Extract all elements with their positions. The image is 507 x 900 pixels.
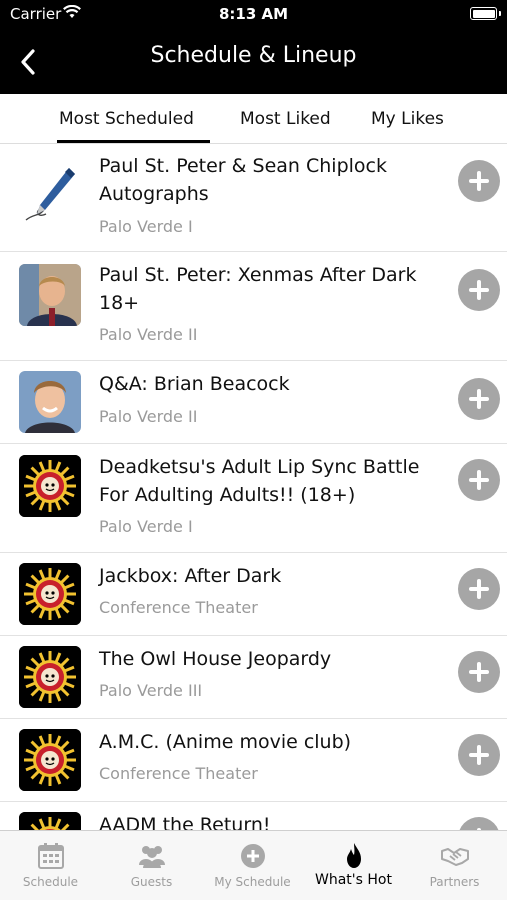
event-venue: Palo Verde III bbox=[99, 681, 203, 700]
battery-icon bbox=[470, 7, 497, 20]
flame-icon bbox=[347, 843, 361, 868]
convention-logo bbox=[19, 563, 81, 625]
clock: 8:13 AM bbox=[218, 5, 289, 23]
tab-label: Schedule bbox=[22, 875, 79, 889]
event-venue: Conference Theater bbox=[99, 598, 258, 617]
list-item[interactable]: AADM the Return! bbox=[0, 802, 507, 830]
add-to-schedule-button[interactable] bbox=[458, 817, 500, 830]
person-photo bbox=[19, 371, 81, 433]
event-title: Paul St. Peter & Sean Chiplock Autograph… bbox=[99, 155, 387, 205]
event-title: AADM the Return! bbox=[99, 814, 271, 830]
convention-logo bbox=[19, 812, 81, 830]
event-title: Q&A: Brian Beacock bbox=[99, 373, 290, 395]
add-to-schedule-button[interactable] bbox=[458, 734, 500, 776]
event-venue: Conference Theater bbox=[99, 764, 258, 783]
list-item[interactable]: Deadketsu's Adult Lip Sync Battle For Ad… bbox=[0, 444, 507, 553]
list-item[interactable]: Q&A: Brian Beacock Palo Verde II bbox=[0, 361, 507, 444]
event-venue: Palo Verde I bbox=[99, 517, 193, 536]
status-bar: Carrier 8:13 AM bbox=[0, 0, 507, 30]
add-to-schedule-button[interactable] bbox=[458, 459, 500, 501]
bottom-tab-bar: Schedule Guests My Schedule What's Hot P… bbox=[0, 830, 507, 900]
tab-label: Guests bbox=[130, 875, 173, 889]
list-item[interactable]: The Owl House Jeopardy Palo Verde III bbox=[0, 636, 507, 719]
handshake-icon bbox=[441, 848, 469, 866]
event-venue: Palo Verde II bbox=[99, 325, 198, 344]
guests-icon bbox=[139, 846, 165, 868]
event-title: Deadketsu's Adult Lip Sync Battle For Ad… bbox=[99, 456, 420, 506]
tab-schedule[interactable]: Schedule bbox=[0, 831, 101, 900]
event-title: The Owl House Jeopardy bbox=[99, 648, 332, 670]
pen-icon bbox=[19, 162, 81, 224]
tab-label: Partners bbox=[429, 875, 480, 889]
plus-circle-icon bbox=[241, 844, 265, 868]
event-title: Jackbox: After Dark bbox=[99, 565, 282, 587]
list-item[interactable]: Paul St. Peter & Sean Chiplock Autograph… bbox=[0, 144, 507, 252]
segment-tabs: Most Scheduled Most Liked My Likes bbox=[0, 94, 507, 144]
add-to-schedule-button[interactable] bbox=[458, 568, 500, 610]
event-venue: Palo Verde I bbox=[99, 217, 193, 236]
tab-partners[interactable]: Partners bbox=[404, 831, 505, 900]
list-item[interactable]: Paul St. Peter: Xenmas After Dark 18+ Pa… bbox=[0, 252, 507, 361]
convention-logo bbox=[19, 729, 81, 791]
add-to-schedule-button[interactable] bbox=[458, 651, 500, 693]
tab-label: My Schedule bbox=[214, 875, 291, 889]
event-list[interactable]: Paul St. Peter & Sean Chiplock Autograph… bbox=[0, 144, 507, 830]
add-to-schedule-button[interactable] bbox=[458, 160, 500, 202]
person-photo bbox=[19, 264, 81, 326]
nav-bar: Schedule & Lineup bbox=[0, 30, 507, 94]
active-tab-indicator bbox=[57, 140, 210, 143]
add-to-schedule-button[interactable] bbox=[458, 378, 500, 420]
tab-my-likes[interactable]: My Likes bbox=[371, 109, 444, 129]
list-item[interactable]: Jackbox: After Dark Conference Theater bbox=[0, 553, 507, 636]
tab-most-scheduled[interactable]: Most Scheduled bbox=[59, 109, 194, 129]
list-item[interactable]: A.M.C. (Anime movie club) Conference The… bbox=[0, 719, 507, 802]
tab-label: What's Hot bbox=[315, 872, 392, 888]
event-title: A.M.C. (Anime movie club) bbox=[99, 731, 352, 753]
tab-guests[interactable]: Guests bbox=[101, 831, 202, 900]
page-title: Schedule & Lineup bbox=[150, 43, 357, 68]
calendar-icon bbox=[38, 843, 64, 869]
event-venue: Palo Verde II bbox=[99, 407, 198, 426]
convention-logo bbox=[19, 455, 81, 517]
add-to-schedule-button[interactable] bbox=[458, 269, 500, 311]
convention-logo bbox=[19, 646, 81, 708]
tab-whats-hot[interactable]: What's Hot bbox=[303, 831, 404, 900]
tab-most-liked[interactable]: Most Liked bbox=[240, 109, 331, 129]
tab-my-schedule[interactable]: My Schedule bbox=[202, 831, 303, 900]
event-title: Paul St. Peter: Xenmas After Dark 18+ bbox=[99, 264, 417, 314]
